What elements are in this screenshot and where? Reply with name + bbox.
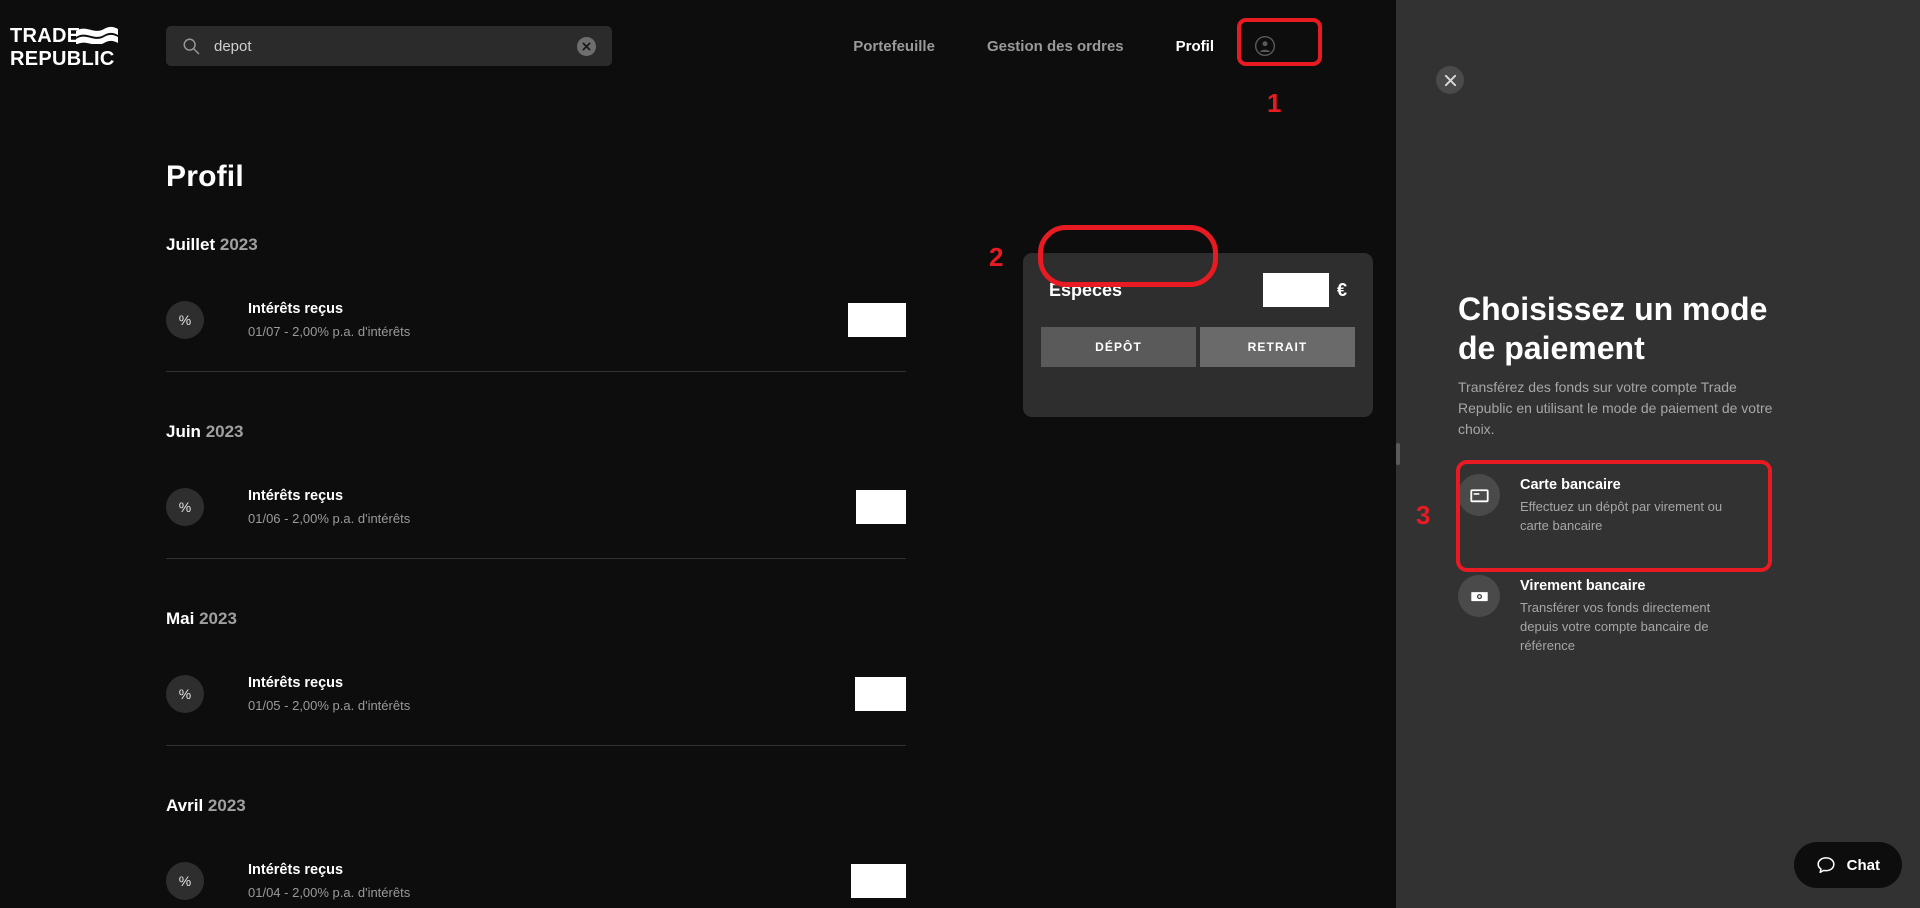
transaction-text: Intérêts reçus 01/04 - 2,00% p.a. d'intér…	[248, 861, 410, 902]
main-navigation: Portefeuille Gestion des ordres Profil	[849, 26, 1396, 66]
cash-card-header: Espèces €	[1023, 253, 1373, 327]
month-year: 2023	[207, 796, 246, 815]
banknote-icon	[1470, 591, 1488, 601]
chat-button[interactable]: Chat	[1793, 842, 1902, 888]
month-heading: Juin 2023	[166, 422, 906, 442]
percent-icon: %	[166, 862, 204, 900]
transaction-row[interactable]: % Intérêts reçus 01/05 - 2,00% p.a. d'inté…	[166, 665, 906, 723]
deposit-button[interactable]: DÉPÔT	[1041, 327, 1196, 367]
transaction-row[interactable]: % Intérêts reçus 01/06 - 2,00% p.a. d'inté…	[166, 478, 906, 536]
percent-icon: %	[166, 301, 204, 339]
withdraw-button[interactable]: RETRAIT	[1200, 327, 1355, 367]
wave-logo-icon	[76, 26, 118, 44]
month-heading: Mai 2023	[166, 609, 906, 629]
month-spacer	[166, 372, 906, 422]
transaction-text: Intérêts reçus 01/06 - 2,00% p.a. d'intér…	[248, 487, 410, 528]
month-heading: Avril 2023	[166, 796, 906, 816]
nav-item-portefeuille[interactable]: Portefeuille	[849, 32, 939, 61]
carte-bancaire-subtitle: Effectuez un dépôt par virement ou carte…	[1520, 499, 1723, 533]
banknote-icon-wrap	[1458, 575, 1500, 617]
panel-resize-handle[interactable]	[1396, 443, 1400, 465]
transaction-row[interactable]: % Intérêts reçus 01/07 - 2,00% p.a. d'inté…	[166, 291, 906, 349]
transaction-amount-redacted	[855, 677, 906, 711]
transaction-month-block: Juillet 2023% Intérêts reçus 01/07 - 2,00%…	[166, 235, 906, 422]
transaction-text: Intérêts reçus 01/05 - 2,00% p.a. d'intér…	[248, 674, 410, 715]
search-clear-button[interactable]	[577, 36, 596, 56]
cash-value: €	[1262, 273, 1347, 307]
cash-actions: DÉPÔT RETRAIT	[1023, 327, 1373, 367]
close-circle-icon	[582, 41, 591, 51]
transaction-subtitle: 01/05 - 2,00% p.a. d'intérêts	[248, 697, 411, 713]
nav-item-profil[interactable]: Profil	[1172, 32, 1218, 61]
page-title: Profil	[166, 160, 244, 193]
transaction-month-block: Mai 2023% Intérêts reçus 01/05 - 2,00% p.a…	[166, 609, 906, 796]
transaction-title: Intérêts reçus	[248, 300, 344, 317]
virement-bancaire-subtitle: Transférer vos fonds directement depuis …	[1520, 600, 1711, 653]
transaction-subtitle: 01/07 - 2,00% p.a. d'intérêts	[248, 323, 411, 339]
panel-close-button[interactable]	[1436, 66, 1464, 94]
month-name: Juillet	[166, 235, 216, 254]
transactions-list: Juillet 2023% Intérêts reçus 01/07 - 2,00%…	[166, 235, 906, 908]
trade-republic-logo[interactable]: TRADE REPUBLIC	[10, 25, 118, 75]
month-name: Avril	[166, 796, 204, 815]
percent-icon: %	[166, 675, 204, 713]
carte-bancaire-text: Carte bancaire Effectuez un dépôt par vi…	[1520, 474, 1748, 535]
transaction-title: Intérêts reçus	[248, 861, 344, 878]
transaction-row[interactable]: % Intérêts reçus 01/04 - 2,00% p.a. d'inté…	[166, 852, 906, 908]
close-icon	[1444, 74, 1456, 86]
logo-line-2: REPUBLIC	[10, 48, 115, 70]
payment-methods-list: Carte bancaire Effectuez un dépôt par vi…	[1444, 460, 1856, 669]
app-root: TRADE REPUBLIC Portefeuille	[0, 0, 1920, 908]
payment-method-virement-bancaire[interactable]: Virement bancaire Transférer vos fonds d…	[1444, 561, 1856, 669]
cash-amount-redacted	[1262, 273, 1329, 307]
app-header: TRADE REPUBLIC Portefeuille	[0, 0, 1396, 100]
transaction-text: Intérêts reçus 01/07 - 2,00% p.a. d'intér…	[248, 300, 410, 341]
search-icon	[183, 38, 200, 55]
month-name: Mai	[166, 609, 195, 628]
main-content: Profil Juillet 2023% Intérêts reçus 01/07 …	[0, 100, 1396, 908]
month-name: Juin	[166, 422, 201, 441]
transaction-subtitle: 01/04 - 2,00% p.a. d'intérêts	[248, 884, 411, 900]
cash-label: Espèces	[1049, 279, 1123, 300]
transaction-amount-redacted	[848, 303, 906, 337]
transaction-subtitle: 01/06 - 2,00% p.a. d'intérêts	[248, 510, 411, 526]
transaction-title: Intérêts reçus	[248, 487, 344, 504]
virement-bancaire-text: Virement bancaire Transférer vos fonds d…	[1520, 575, 1748, 655]
cash-currency: €	[1336, 279, 1347, 300]
virement-bancaire-title: Virement bancaire	[1520, 578, 1646, 594]
month-year: 2023	[199, 609, 237, 628]
chat-label: Chat	[1846, 856, 1880, 874]
month-year: 2023	[205, 422, 244, 441]
search-input[interactable]	[214, 37, 577, 55]
nav-item-gestion-des-ordres[interactable]: Gestion des ordres	[983, 32, 1128, 61]
month-year: 2023	[219, 235, 258, 254]
user-circle-icon[interactable]	[1254, 35, 1276, 57]
credit-card-icon-wrap	[1458, 474, 1500, 516]
payment-method-carte-bancaire[interactable]: Carte bancaire Effectuez un dépôt par vi…	[1444, 460, 1856, 549]
search-bar[interactable]	[166, 26, 612, 66]
month-spacer	[166, 746, 906, 796]
payment-method-panel: Choisissez un mode de paiement Transfére…	[1396, 0, 1920, 908]
month-heading: Juillet 2023	[166, 235, 906, 255]
transaction-amount-redacted	[856, 490, 906, 524]
month-spacer	[166, 559, 906, 609]
transaction-month-block: Juin 2023% Intérêts reçus 01/06 - 2,00% p.…	[166, 422, 906, 609]
panel-title: Choisissez un mode de paiement	[1458, 291, 1768, 366]
cash-card: Espèces € DÉPÔT RETRAIT	[1023, 253, 1373, 417]
transaction-amount-redacted	[851, 864, 906, 898]
transaction-title: Intérêts reçus	[248, 674, 344, 691]
panel-description: Transférez des fonds sur votre compte Tr…	[1458, 379, 1773, 437]
carte-bancaire-title: Carte bancaire	[1520, 477, 1621, 493]
percent-icon: %	[166, 488, 204, 526]
transaction-month-block: Avril 2023% Intérêts reçus 01/04 - 2,00% p…	[166, 796, 906, 908]
chat-bubble-icon	[1817, 857, 1835, 874]
credit-card-icon	[1469, 488, 1489, 502]
